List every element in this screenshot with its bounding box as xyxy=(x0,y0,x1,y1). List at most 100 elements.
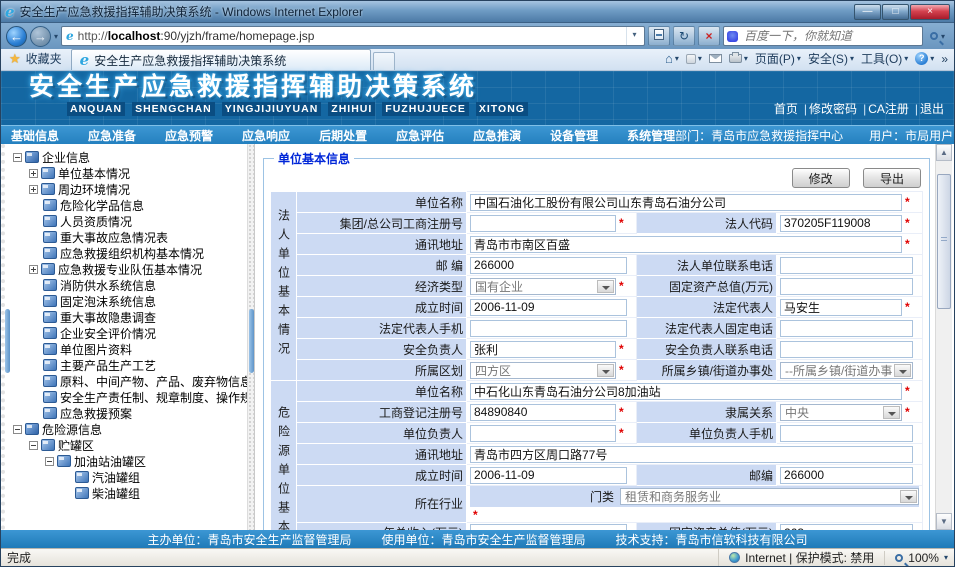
form-input[interactable] xyxy=(470,524,627,530)
form-input[interactable] xyxy=(470,383,902,400)
tree-item[interactable]: 应急救援预案 xyxy=(13,405,247,421)
tree-item[interactable]: 周边环境情况 xyxy=(13,181,247,197)
tree-item[interactable]: 危险化学品信息 xyxy=(13,197,247,213)
tree-item[interactable]: 消防供水系统信息 xyxy=(13,277,247,293)
form-select[interactable]: 四方区 xyxy=(470,362,616,379)
form-input[interactable] xyxy=(780,524,913,530)
refresh-button[interactable]: ↻ xyxy=(673,26,695,46)
tree-item[interactable]: 固定泡沫系统信息 xyxy=(13,293,247,309)
modify-button[interactable]: 修改 xyxy=(792,168,850,188)
nav-item[interactable]: 应急准备 xyxy=(88,127,136,144)
new-tab-button[interactable] xyxy=(373,52,395,70)
nav-item[interactable]: 应急响应 xyxy=(242,127,290,144)
form-input[interactable] xyxy=(470,236,902,253)
header-link[interactable]: CA注册 xyxy=(868,102,909,116)
forward-button[interactable]: → xyxy=(30,26,51,47)
safety-menu-button[interactable]: 安全(S)▾ xyxy=(808,50,854,67)
tools-menu-button[interactable]: 工具(O)▾ xyxy=(861,50,908,67)
zoom-dropdown-icon[interactable]: ▾ xyxy=(944,553,948,562)
header-link[interactable]: 退出 xyxy=(920,102,944,116)
form-select[interactable]: 中央 xyxy=(780,404,902,421)
read-mail-button[interactable] xyxy=(709,54,722,63)
form-select[interactable]: --所属乡镇/街道办事处-- xyxy=(780,362,913,379)
favorites-button[interactable]: ★ 收藏夹 xyxy=(5,50,71,70)
form-input[interactable] xyxy=(780,467,913,484)
overflow-chevron-icon[interactable]: » xyxy=(941,52,948,66)
form-input[interactable] xyxy=(780,425,913,442)
nav-item[interactable]: 应急预警 xyxy=(165,127,213,144)
tree-item[interactable]: 柴油罐组 xyxy=(13,485,247,501)
scroll-down-button[interactable]: ▼ xyxy=(936,513,952,530)
form-input[interactable] xyxy=(470,320,627,337)
search-dropdown-icon[interactable]: ▾ xyxy=(941,32,945,41)
zoom-control[interactable]: 100% ▾ xyxy=(884,551,948,565)
form-input[interactable] xyxy=(470,341,616,358)
tree-item[interactable]: 应急救援专业队伍基本情况 xyxy=(13,261,247,277)
maximize-button[interactable]: □ xyxy=(882,4,909,20)
nav-item[interactable]: 系统管理 xyxy=(627,127,675,144)
tree-item[interactable]: 汽油罐组 xyxy=(13,469,247,485)
export-button[interactable]: 导出 xyxy=(863,168,921,188)
header-link[interactable]: 首页 xyxy=(774,102,798,116)
print-button[interactable]: ▾ xyxy=(729,54,748,63)
stop-button[interactable]: × xyxy=(698,26,720,46)
history-dropdown-icon[interactable]: ▾ xyxy=(54,32,58,41)
form-input[interactable] xyxy=(470,404,616,421)
scroll-thumb[interactable] xyxy=(937,174,951,309)
search-input[interactable] xyxy=(742,28,920,44)
tree-item[interactable]: 加油站油罐区 xyxy=(13,453,247,469)
tree-item[interactable]: 重大事故隐患调查 xyxy=(13,309,247,325)
panel-grip[interactable] xyxy=(5,309,10,373)
nav-item[interactable]: 应急推演 xyxy=(473,127,521,144)
form-input[interactable] xyxy=(780,278,913,295)
tree-item[interactable]: 单位图片资料 xyxy=(13,341,247,357)
compatibility-view-button[interactable] xyxy=(648,26,670,46)
tree-expander-icon[interactable] xyxy=(45,457,54,466)
form-input[interactable] xyxy=(470,467,627,484)
tree-expander-icon[interactable] xyxy=(13,153,22,162)
nav-item[interactable]: 应急评估 xyxy=(396,127,444,144)
form-input[interactable] xyxy=(780,257,913,274)
form-input[interactable] xyxy=(780,320,913,337)
tree-item[interactable]: 企业信息 xyxy=(13,149,247,165)
tab-active[interactable]: e 安全生产应急救援指挥辅助决策系统 xyxy=(71,49,371,70)
feeds-button[interactable]: ▾ xyxy=(686,54,702,64)
tree-item[interactable]: 主要产品生产工艺 xyxy=(13,357,247,373)
scroll-up-button[interactable]: ▲ xyxy=(936,144,952,161)
tree-item[interactable]: 重大事故应急情况表 xyxy=(13,229,247,245)
nav-item[interactable]: 基础信息 xyxy=(11,127,59,144)
splitter-collapse-handle[interactable] xyxy=(249,309,254,373)
tree-expander-icon[interactable] xyxy=(29,169,38,178)
minimize-button[interactable]: — xyxy=(854,4,881,20)
form-input[interactable] xyxy=(470,446,913,463)
close-button[interactable]: × xyxy=(910,4,950,20)
tree-item[interactable]: 应急救援组织机构基本情况 xyxy=(13,245,247,261)
address-field[interactable]: e http://localhost:90/yjzh/frame/homepag… xyxy=(61,26,645,46)
tree-expander-icon[interactable] xyxy=(29,185,38,194)
form-input[interactable] xyxy=(470,425,616,442)
header-link[interactable]: 修改密码 xyxy=(809,102,857,116)
form-input[interactable] xyxy=(470,257,627,274)
form-input[interactable] xyxy=(470,194,902,211)
tree-item[interactable]: 原料、中间产物、产品、废弃物信息 xyxy=(13,373,247,389)
address-dropdown-icon[interactable]: ▾ xyxy=(626,27,642,45)
back-button[interactable]: ← xyxy=(6,26,27,47)
search-button[interactable]: ▾ xyxy=(926,32,949,41)
tree-expander-icon[interactable] xyxy=(13,425,22,434)
tree-item[interactable]: 危险源信息 xyxy=(13,421,247,437)
tree-item[interactable]: 企业安全评价情况 xyxy=(13,325,247,341)
form-input[interactable] xyxy=(780,299,902,316)
form-input[interactable] xyxy=(780,341,913,358)
tree-item[interactable]: 人员资质情况 xyxy=(13,213,247,229)
form-input[interactable] xyxy=(470,215,616,232)
tree-item[interactable]: 安全生产责任制、规章制度、操作规程信息 xyxy=(13,389,247,405)
tree-expander-icon[interactable] xyxy=(29,265,38,274)
help-button[interactable]: ?▾ xyxy=(915,52,934,65)
form-select[interactable]: 国有企业 xyxy=(470,278,616,295)
home-button[interactable]: ⌂▾ xyxy=(665,53,679,65)
panel-splitter[interactable] xyxy=(247,144,255,530)
tree-item[interactable]: 单位基本情况 xyxy=(13,165,247,181)
form-input[interactable] xyxy=(470,299,627,316)
form-input[interactable] xyxy=(780,215,902,232)
nav-item[interactable]: 后期处置 xyxy=(319,127,367,144)
